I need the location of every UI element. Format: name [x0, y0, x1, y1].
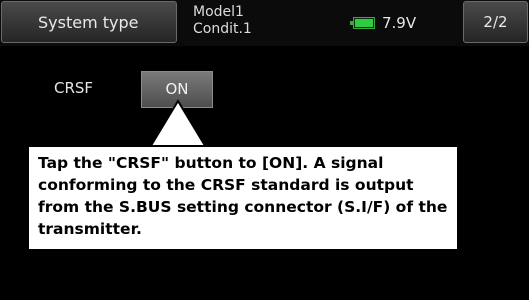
battery-voltage: 7.9V: [382, 14, 417, 32]
battery-level-fill: [355, 19, 373, 27]
battery-icon: [350, 17, 375, 29]
crsf-toggle-button[interactable]: ON: [141, 71, 213, 108]
system-type-title[interactable]: System type: [1, 1, 177, 43]
page-indicator-button[interactable]: 2/2: [463, 1, 528, 43]
condition-name: Condit.1: [193, 21, 252, 37]
model-info: Model1 Condit.1: [193, 4, 252, 38]
crsf-label: CRSF: [54, 79, 94, 97]
instruction-callout: Tap the "CRSF" button to [ON]. A signal …: [27, 145, 459, 251]
header-bar: System type Model1 Condit.1 7.9V 2/2: [0, 0, 529, 46]
model-name: Model1: [193, 4, 244, 20]
